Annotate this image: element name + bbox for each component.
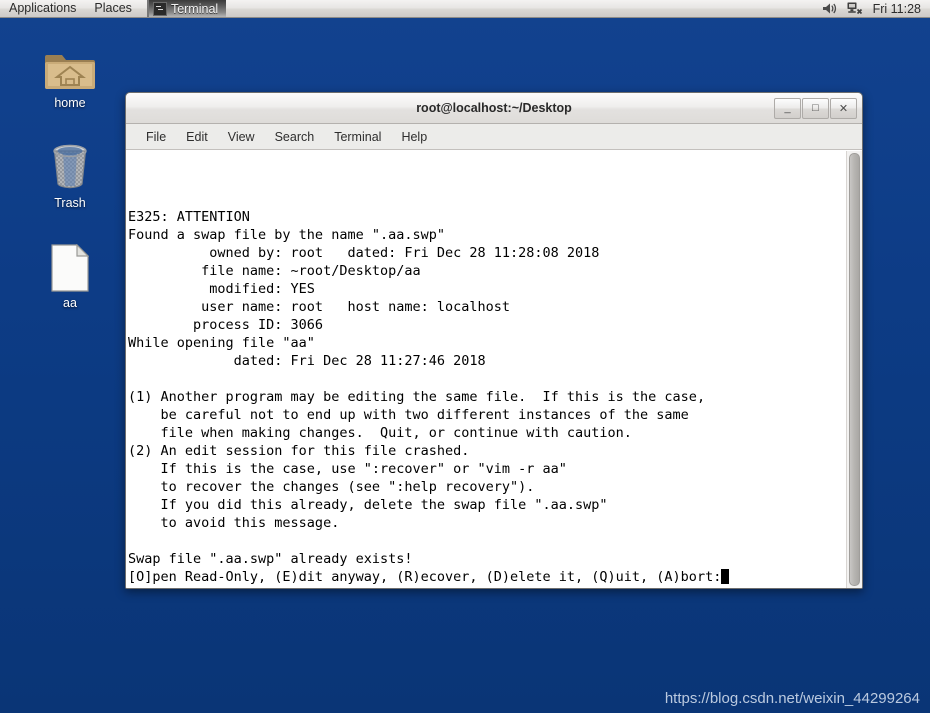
- desktop-icon-label: Trash: [54, 196, 86, 210]
- desktop: Applications Places Terminal Fri 11:28 h…: [0, 0, 930, 713]
- close-button[interactable]: ✕: [830, 97, 857, 119]
- menu-terminal[interactable]: Terminal: [324, 125, 391, 149]
- terminal-line: file name: ~root/Desktop/aa: [128, 263, 421, 279]
- terminal-prompt-text: [O]pen Read-Only, (E)dit anyway, (R)ecov…: [128, 569, 722, 585]
- terminal-line: (2) An edit session for this file crashe…: [128, 443, 470, 459]
- window-title: root@localhost:~/Desktop: [416, 101, 572, 115]
- terminal-line: (1) Another program may be editing the s…: [128, 389, 706, 405]
- menu-bar: File Edit View Search Terminal Help: [126, 124, 862, 150]
- terminal-line: While opening file "aa": [128, 335, 315, 351]
- volume-icon[interactable]: [822, 2, 837, 15]
- desktop-icon-label: home: [54, 96, 86, 110]
- title-bar[interactable]: root@localhost:~/Desktop _ □ ✕: [126, 93, 862, 124]
- terminal-line: If this is the case, use ":recover" or "…: [128, 461, 567, 477]
- terminal-output: E325: ATTENTION Found a swap file by the …: [128, 172, 730, 586]
- places-menu[interactable]: Places: [85, 0, 141, 17]
- taskbar-button-label: Terminal: [170, 1, 219, 16]
- menu-search[interactable]: Search: [265, 125, 325, 149]
- text-document-icon: [33, 240, 107, 292]
- terminal-cursor: [721, 569, 730, 584]
- terminal-line: file when making changes. Quit, or conti…: [128, 425, 632, 441]
- terminal-line: modified: YES: [128, 281, 315, 297]
- taskbar-button-terminal[interactable]: Terminal: [146, 0, 227, 17]
- terminal-scrollbar[interactable]: [846, 151, 862, 588]
- menu-file[interactable]: File: [136, 125, 176, 149]
- terminal-line: be careful not to end up with two differ…: [128, 407, 689, 423]
- terminal-body: E325: ATTENTION Found a swap file by the …: [126, 150, 862, 588]
- terminal-line: If you did this already, delete the swap…: [128, 497, 608, 513]
- menu-help[interactable]: Help: [391, 125, 437, 149]
- minimize-button[interactable]: _: [774, 97, 801, 119]
- terminal-line: owned by: root dated: Fri Dec 28 11:28:0…: [128, 245, 600, 261]
- terminal-line: Swap file ".aa.swp" already exists!: [128, 551, 413, 567]
- terminal-line: Found a swap file by the name ".aa.swp": [128, 227, 445, 243]
- trash-can-icon: [33, 140, 107, 192]
- terminal-line: dated: Fri Dec 28 11:27:46 2018: [128, 353, 486, 369]
- terminal-prompt-line: [O]pen Read-Only, (E)dit anyway, (R)ecov…: [128, 568, 730, 586]
- terminal-line: to recover the changes (see ":help recov…: [128, 479, 535, 495]
- applications-menu[interactable]: Applications: [0, 0, 85, 17]
- terminal-line: process ID: 3066: [128, 317, 324, 333]
- system-tray: Fri 11:28: [822, 2, 930, 16]
- clock[interactable]: Fri 11:28: [873, 2, 921, 16]
- window-list: Terminal: [146, 0, 227, 17]
- desktop-icon-home[interactable]: home: [33, 40, 107, 110]
- desktop-icon-aa[interactable]: aa: [33, 240, 107, 310]
- menu-view[interactable]: View: [218, 125, 265, 149]
- terminal-window[interactable]: root@localhost:~/Desktop _ □ ✕ File Edit…: [125, 92, 863, 589]
- window-controls: _ □ ✕: [774, 97, 862, 119]
- home-folder-icon: [33, 40, 107, 92]
- terminal-line: user name: root host name: localhost: [128, 299, 511, 315]
- terminal-line: to avoid this message.: [128, 515, 340, 531]
- maximize-button[interactable]: □: [802, 97, 829, 119]
- watermark: https://blog.csdn.net/weixin_44299264: [664, 690, 920, 707]
- top-panel: Applications Places Terminal Fri 11:28: [0, 0, 930, 18]
- network-disconnected-icon[interactable]: [847, 2, 863, 15]
- terminal-screen[interactable]: E325: ATTENTION Found a swap file by the …: [126, 151, 846, 588]
- terminal-icon: [152, 1, 167, 16]
- menu-edit[interactable]: Edit: [176, 125, 218, 149]
- scrollbar-thumb[interactable]: [849, 153, 860, 586]
- desktop-icon-trash[interactable]: Trash: [33, 140, 107, 210]
- desktop-icon-label: aa: [63, 296, 77, 310]
- terminal-line: E325: ATTENTION: [128, 209, 250, 225]
